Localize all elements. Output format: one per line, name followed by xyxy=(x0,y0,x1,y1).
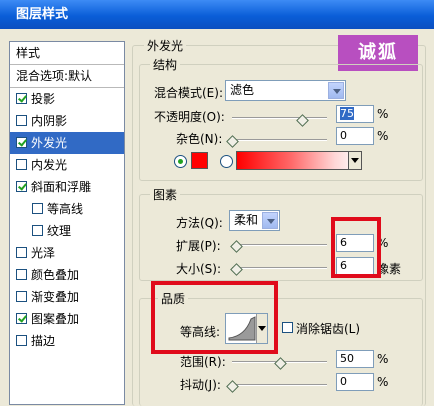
structure-title: 结构 xyxy=(150,56,181,73)
window-title: 图层样式 xyxy=(16,7,69,22)
style-item-label: 外发光 xyxy=(31,136,68,150)
highlight-box-quality xyxy=(151,281,278,354)
style-item-checkbox[interactable] xyxy=(16,115,27,126)
style-item-checkbox[interactable] xyxy=(16,335,27,346)
jitter-unit: % xyxy=(377,375,389,389)
style-item-label: 光泽 xyxy=(31,246,56,260)
blend-mode-select[interactable]: 滤色 xyxy=(225,80,346,101)
color-swatch[interactable] xyxy=(191,152,208,169)
style-item-label: 内阴影 xyxy=(31,114,68,128)
style-item[interactable]: 内阴影 xyxy=(10,110,124,132)
style-item-checkbox[interactable] xyxy=(16,291,27,302)
style-item[interactable]: 等高线 xyxy=(10,198,124,220)
title-bar: 图层样式 xyxy=(0,0,434,29)
style-item-label: 图案叠加 xyxy=(31,312,80,326)
spread-label: 扩展(P): xyxy=(176,239,221,253)
jitter-slider-track[interactable] xyxy=(232,384,327,386)
noise-input[interactable]: 0 xyxy=(336,127,374,145)
style-item-label: 内发光 xyxy=(31,158,68,172)
style-item[interactable]: 外发光 xyxy=(10,132,124,154)
jitter-value: 0 xyxy=(340,375,347,388)
styles-list: 样式 混合选项:默认 投影内阴影外发光内发光斜面和浮雕等高线纹理光泽颜色叠加渐变… xyxy=(9,41,125,405)
antialias-checkbox[interactable] xyxy=(282,322,293,333)
range-input[interactable]: 50 xyxy=(336,350,374,368)
style-item-label: 等高线 xyxy=(47,202,84,216)
blend-mode-label: 混合模式(E): xyxy=(154,86,223,100)
style-item[interactable]: 渐变叠加 xyxy=(10,286,124,308)
blending-options[interactable]: 混合选项:默认 xyxy=(10,65,124,88)
jitter-input[interactable]: 0 xyxy=(336,373,374,391)
chevron-down-icon xyxy=(351,158,359,167)
style-item-checkbox[interactable] xyxy=(16,181,27,192)
gradient-picker[interactable] xyxy=(236,151,360,170)
style-item-label: 颜色叠加 xyxy=(31,268,80,282)
color-radio[interactable] xyxy=(174,155,187,168)
blending-options-label: 混合选项:默认 xyxy=(16,69,93,83)
style-item-checkbox[interactable] xyxy=(32,225,43,236)
opacity-unit: % xyxy=(377,107,389,121)
size-label: 大小(S): xyxy=(176,262,222,276)
style-item-label: 描边 xyxy=(31,334,56,348)
method-select[interactable]: 柔和 xyxy=(229,210,280,231)
method-label: 方法(Q): xyxy=(176,216,223,230)
styles-header[interactable]: 样式 xyxy=(10,42,124,65)
style-item-checkbox[interactable] xyxy=(16,137,27,148)
spread-slider-track[interactable] xyxy=(232,244,327,246)
range-value: 50 xyxy=(340,352,354,365)
gradient-radio[interactable] xyxy=(220,155,233,168)
style-item[interactable]: 光泽 xyxy=(10,242,124,264)
opacity-value: 75 xyxy=(340,107,354,120)
style-item[interactable]: 纹理 xyxy=(10,220,124,242)
elements-title: 图素 xyxy=(150,186,181,203)
style-item[interactable]: 描边 xyxy=(10,330,124,352)
antialias-label: 消除锯齿(L) xyxy=(296,322,361,336)
style-item[interactable]: 投影 xyxy=(10,88,124,110)
style-item-checkbox[interactable] xyxy=(16,269,27,280)
style-item-checkbox[interactable] xyxy=(16,93,27,104)
jitter-label: 抖动(J): xyxy=(180,378,221,392)
chevron-down-icon[interactable] xyxy=(262,212,278,229)
opacity-label: 不透明度(O): xyxy=(154,110,225,124)
style-item[interactable]: 颜色叠加 xyxy=(10,264,124,286)
style-item-checkbox[interactable] xyxy=(32,203,43,214)
style-item-checkbox[interactable] xyxy=(16,313,27,324)
highlight-box-spread-size xyxy=(331,217,381,278)
styles-header-label: 样式 xyxy=(16,46,41,60)
size-slider-track[interactable] xyxy=(232,267,327,269)
style-item-label: 斜面和浮雕 xyxy=(31,180,92,194)
noise-label: 杂色(N): xyxy=(176,132,223,146)
opacity-input[interactable]: 75 xyxy=(336,105,374,123)
range-unit: % xyxy=(377,352,389,366)
noise-value: 0 xyxy=(340,129,347,142)
noise-unit: % xyxy=(377,129,389,143)
style-item-label: 投影 xyxy=(31,92,56,106)
style-item[interactable]: 斜面和浮雕 xyxy=(10,176,124,198)
range-label: 范围(R): xyxy=(180,355,226,369)
style-item-checkbox[interactable] xyxy=(16,247,27,258)
outer-glow-title: 外发光 xyxy=(144,37,187,54)
chevron-down-icon[interactable] xyxy=(328,82,344,99)
blend-mode-value: 滤色 xyxy=(230,83,255,97)
watermark-text: 诚狐 xyxy=(358,42,398,63)
style-item-label: 渐变叠加 xyxy=(31,290,80,304)
style-item-checkbox[interactable] xyxy=(16,159,27,170)
noise-slider-track[interactable] xyxy=(232,139,327,141)
opacity-slider-track[interactable] xyxy=(232,117,327,119)
style-item[interactable]: 图案叠加 xyxy=(10,308,124,330)
style-item-label: 纹理 xyxy=(47,224,72,238)
gradient-dropdown[interactable] xyxy=(348,151,362,170)
style-item[interactable]: 内发光 xyxy=(10,154,124,176)
method-value: 柔和 xyxy=(234,213,259,227)
